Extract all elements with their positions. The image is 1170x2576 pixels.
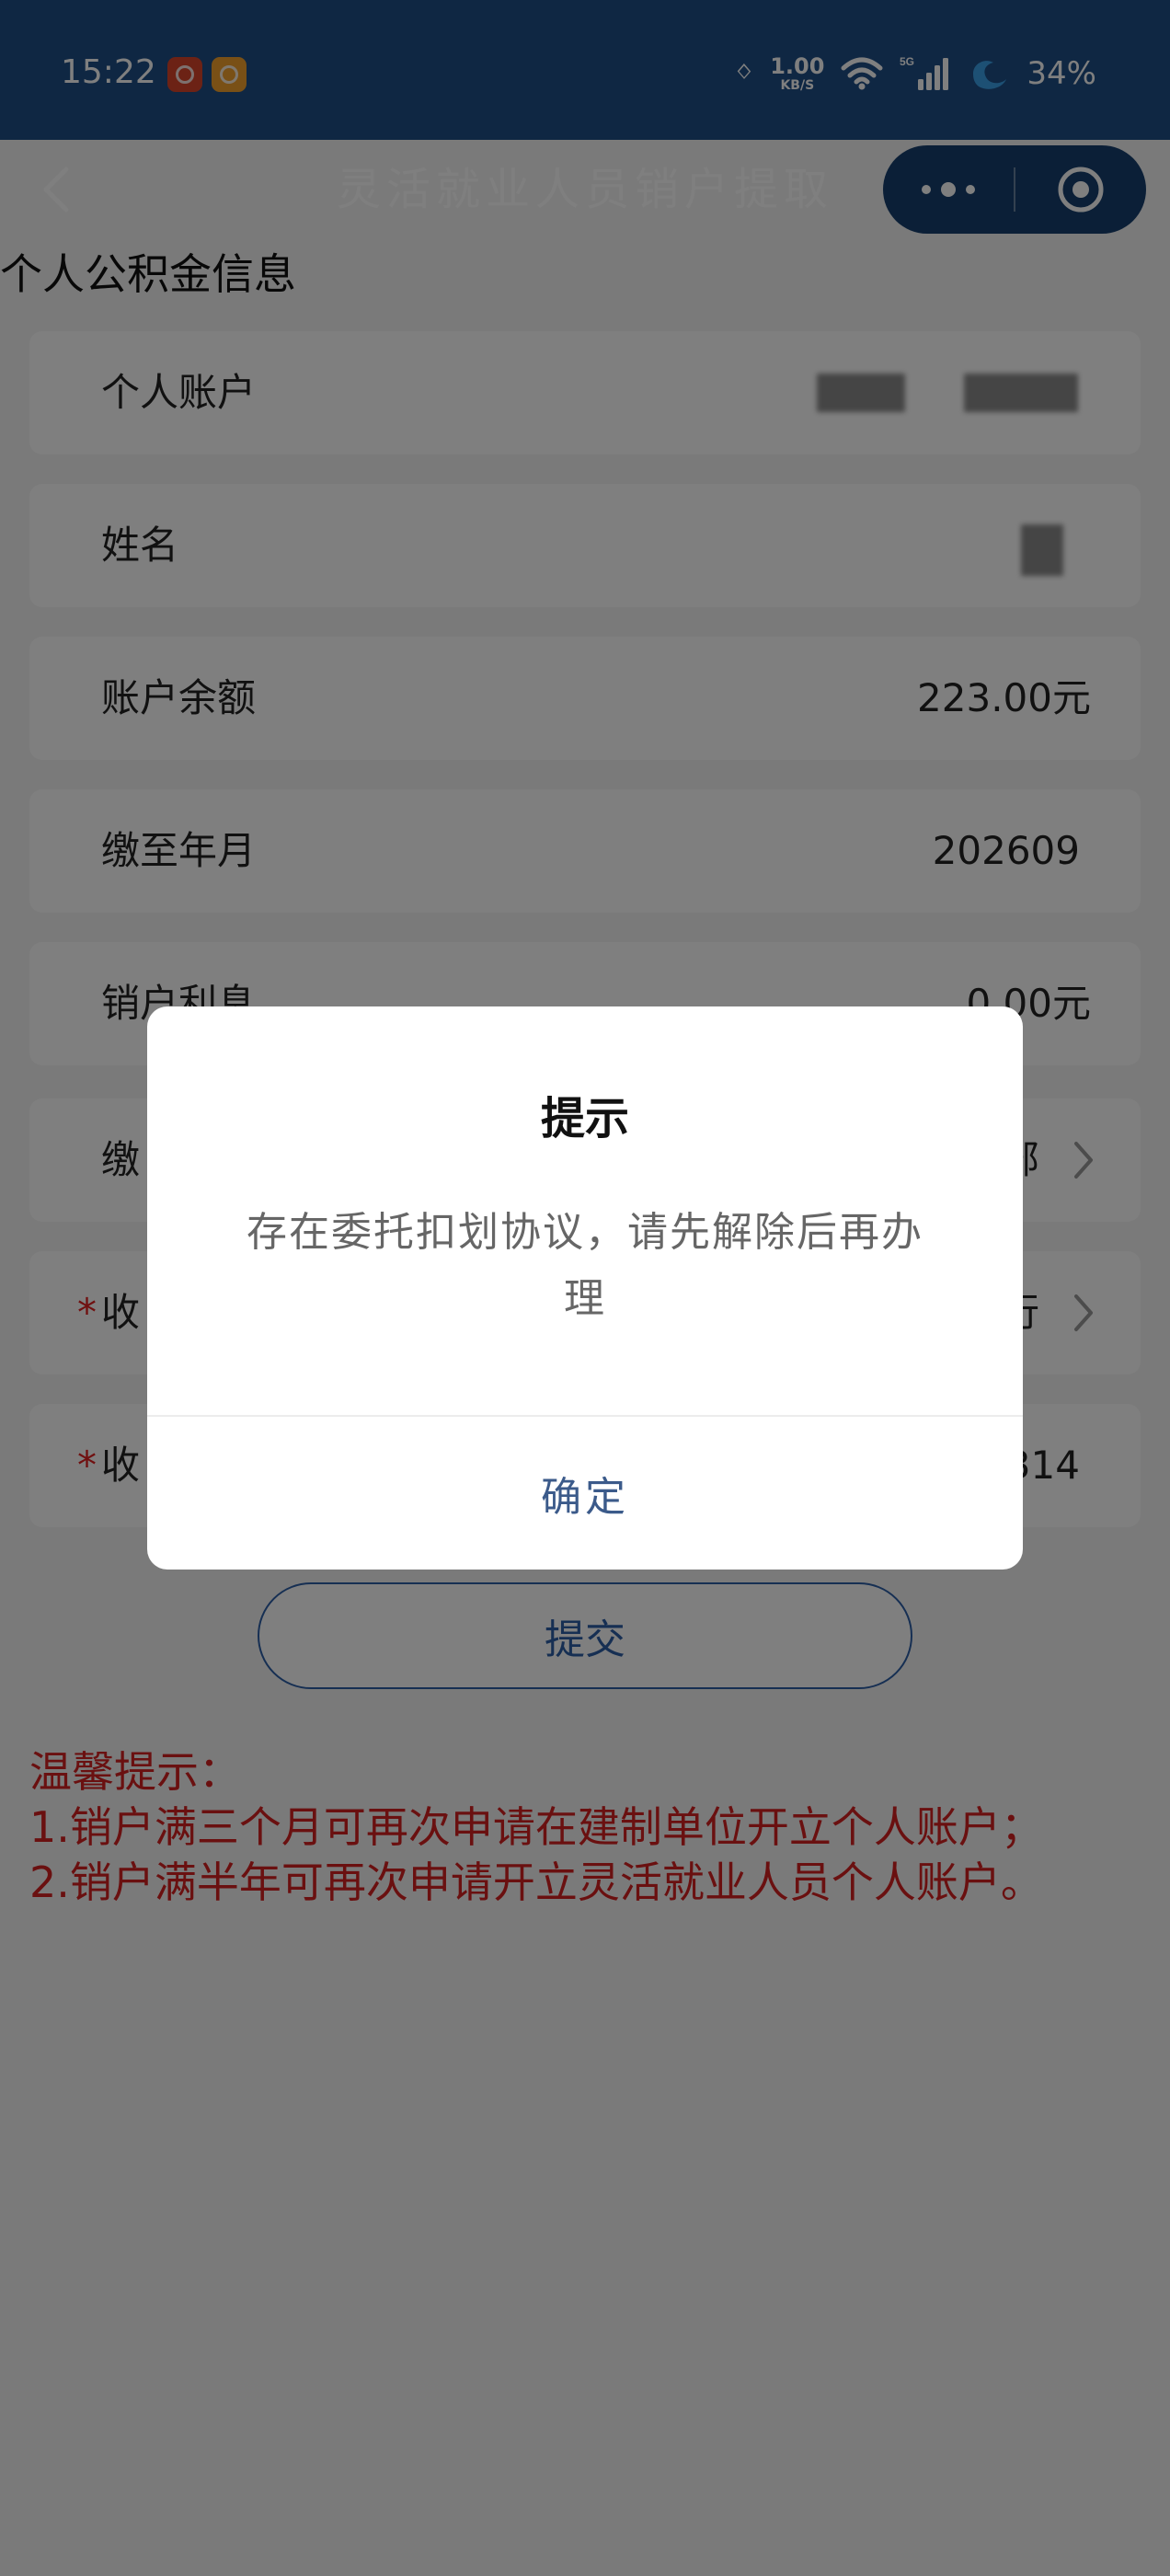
dialog-title: 提示	[540, 1093, 629, 1144]
dialog-message: 存在委托扣划协议，请先解除后再办理	[247, 1209, 923, 1322]
alert-dialog: 提示 存在委托扣划协议，请先解除后再办理 确定	[147, 1006, 1023, 1570]
dialog-confirm-button[interactable]: 确定	[147, 1417, 1023, 1570]
